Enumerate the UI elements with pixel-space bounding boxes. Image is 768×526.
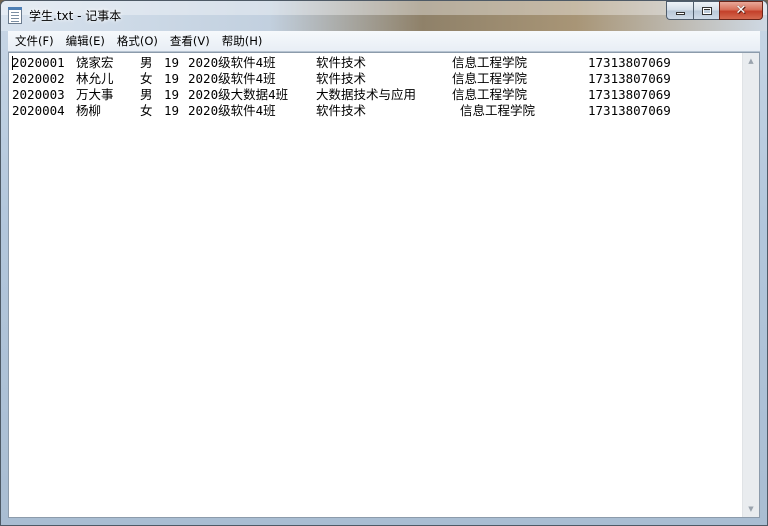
student-id: 2020002 [12, 71, 65, 86]
student-phone: 17313807069 [588, 71, 671, 86]
arrow-up-icon: ▲ [748, 57, 754, 65]
menu-bar: 文件(F) 编辑(E) 格式(O) 查看(V) 帮助(H) [8, 31, 760, 52]
vertical-scrollbar[interactable]: ▲ ▼ [742, 53, 759, 517]
student-age: 19 [164, 55, 180, 70]
arrow-down-icon: ▼ [748, 505, 754, 513]
student-gender: 女 [140, 103, 153, 118]
student-major: 软件技术 [316, 71, 367, 86]
student-college: 信息工程学院 [460, 103, 536, 118]
student-major: 软件技术 [316, 103, 367, 118]
student-age: 19 [164, 71, 180, 86]
close-icon: ✕ [735, 3, 747, 18]
maximize-button[interactable] [693, 1, 719, 20]
student-name: 万大事 [76, 87, 114, 102]
student-gender: 女 [140, 71, 153, 86]
menu-view[interactable]: 查看(V) [164, 31, 216, 51]
student-college: 信息工程学院 [452, 55, 528, 70]
text-area[interactable]: 2020001 饶家宏 男 19 2020级软件4班 软件技术 信息工程学院 1… [11, 55, 744, 515]
scroll-down-button[interactable]: ▼ [743, 501, 759, 517]
student-name: 林允儿 [76, 71, 114, 86]
student-id: 2020003 [12, 87, 65, 102]
student-name: 饶家宏 [76, 55, 114, 70]
student-major: 软件技术 [316, 55, 367, 70]
student-class: 2020级软件4班 [188, 71, 276, 86]
student-gender: 男 [140, 55, 153, 70]
maximize-icon [701, 6, 712, 15]
student-phone: 17313807069 [588, 55, 671, 70]
student-class: 2020级大数据4班 [188, 87, 289, 102]
text-editor[interactable]: 2020001 饶家宏 男 19 2020级软件4班 软件技术 信息工程学院 1… [8, 52, 760, 518]
student-id: 2020004 [12, 103, 65, 118]
student-major: 大数据技术与应用 [316, 87, 417, 102]
caption-buttons: ✕ [666, 1, 763, 21]
notepad-icon[interactable] [8, 7, 22, 24]
student-id: 2020001 [12, 55, 65, 70]
minimize-button[interactable] [666, 1, 693, 20]
student-age: 19 [164, 103, 180, 118]
close-button[interactable]: ✕ [719, 1, 763, 20]
text-line: 2020003 万大事 男 19 2020级大数据4班 大数据技术与应用 信息工… [11, 87, 744, 103]
notepad-window: 学生.txt - 记事本 ✕ 文件(F) 编辑(E) 格式(O) 查看(V) 帮… [0, 0, 768, 526]
student-class: 2020级软件4班 [188, 55, 276, 70]
menu-format[interactable]: 格式(O) [111, 31, 164, 51]
menu-help[interactable]: 帮助(H) [216, 31, 269, 51]
student-gender: 男 [140, 87, 153, 102]
student-college: 信息工程学院 [452, 87, 528, 102]
text-line: 2020002 林允儿 女 19 2020级软件4班 软件技术 信息工程学院 1… [11, 71, 744, 87]
text-line: 2020004 杨柳 女 19 2020级软件4班 软件技术 信息工程学院 17… [11, 103, 744, 119]
window-title: 学生.txt - 记事本 [29, 9, 122, 23]
title-bar[interactable]: 学生.txt - 记事本 ✕ [1, 1, 767, 31]
student-phone: 17313807069 [588, 103, 671, 118]
text-line: 2020001 饶家宏 男 19 2020级软件4班 软件技术 信息工程学院 1… [11, 55, 744, 71]
student-phone: 17313807069 [588, 87, 671, 102]
menu-edit[interactable]: 编辑(E) [60, 31, 111, 51]
student-class: 2020级软件4班 [188, 103, 276, 118]
student-name: 杨柳 [76, 103, 102, 118]
student-age: 19 [164, 87, 180, 102]
menu-file[interactable]: 文件(F) [8, 31, 60, 51]
scroll-up-button[interactable]: ▲ [743, 53, 759, 69]
minimize-icon [675, 12, 685, 15]
student-college: 信息工程学院 [452, 71, 528, 86]
